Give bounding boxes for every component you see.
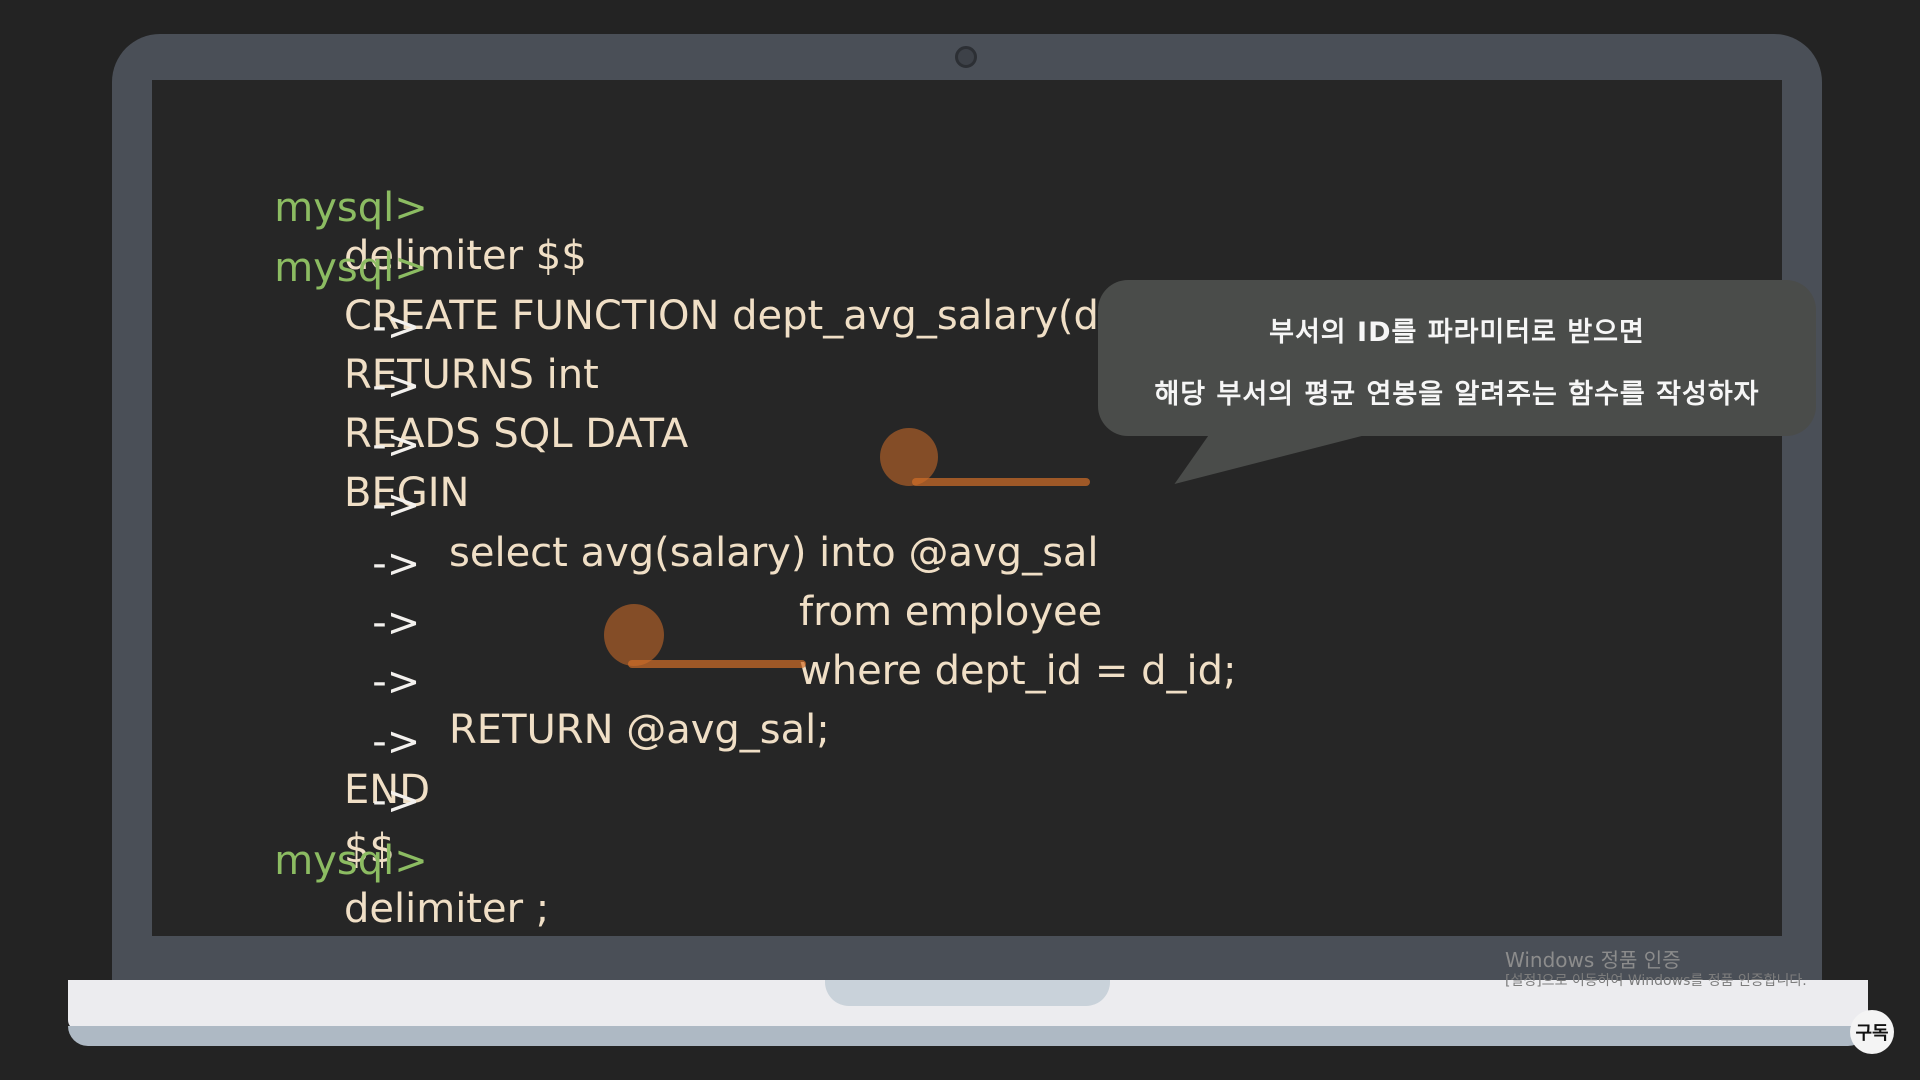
subscribe-button[interactable]: 구독: [1850, 1010, 1894, 1054]
video-frame: mysql> delimiter $$ mysql> CREATE FUNCTI…: [0, 0, 1920, 1080]
callout-line-1: 부서의 ID를 파라미터로 받으면: [1269, 317, 1645, 348]
callout-bubble: 부서의 ID를 파라미터로 받으면 해당 부서의 평균 연봉을 알려주는 함수를…: [1098, 280, 1816, 436]
activation-watermark-subtitle: [설정]으로 이동하여 Windows를 정품 인증합니다.: [1505, 973, 1807, 989]
mysql-prompt: mysql>: [274, 838, 428, 884]
code-text: from employee: [799, 589, 1103, 635]
callout-line-2: 해당 부서의 평균 연봉을 알려주는 함수를 작성하자: [1154, 379, 1760, 410]
highlight-circle: [604, 604, 664, 666]
code-line: mysql> delimiter ;: [198, 789, 549, 981]
code-text: RETURN @avg_sal;: [449, 707, 830, 753]
activation-watermark-title: Windows 정품 인증: [1505, 948, 1681, 972]
sql-code-block: mysql> delimiter $$ mysql> CREATE FUNCTI…: [0, 0, 1920, 1080]
code-text: where dept_id = d_id;: [799, 648, 1237, 694]
highlight-underline: [628, 660, 806, 668]
code-text: delimiter ;: [344, 886, 550, 932]
highlight-underline: [912, 478, 1090, 486]
code-text: select avg(salary) into @avg_sal: [449, 530, 1099, 576]
